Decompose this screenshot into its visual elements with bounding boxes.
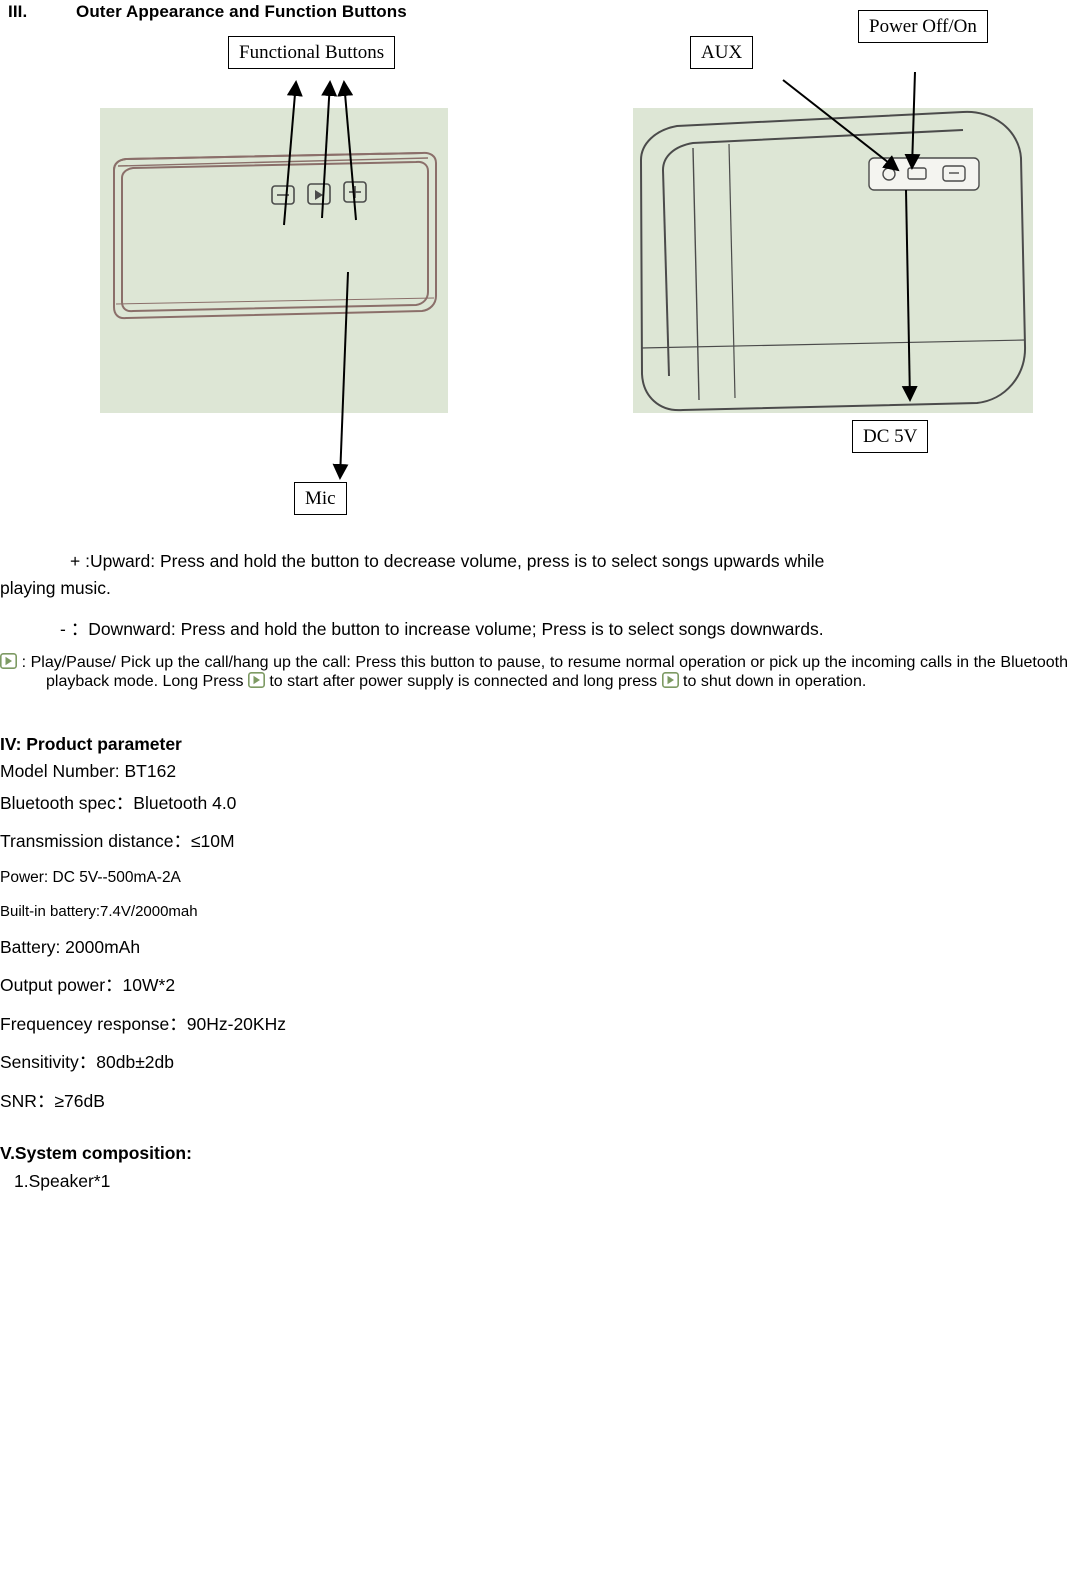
param-sensitivity: Sensitivity：80db±2db bbox=[0, 1052, 175, 1073]
param-battery: Battery: 2000mAh bbox=[0, 936, 141, 957]
callout-functional-buttons: Functional Buttons bbox=[228, 36, 396, 69]
system-item-speaker: 1.Speaker*1 bbox=[14, 1170, 111, 1191]
speaker-front-illustration bbox=[113, 151, 437, 320]
param-output-power: Output power：10W*2 bbox=[0, 975, 176, 996]
system-composition-heading: V.System composition: bbox=[0, 1143, 192, 1164]
play-text-3: to shut down in operation. bbox=[683, 673, 867, 691]
speaker-side-photo bbox=[633, 108, 1033, 413]
callout-power: Power Off/On bbox=[858, 10, 988, 43]
play-icon-inline-2 bbox=[661, 672, 679, 689]
param-transmission-distance: Transmission distance：≤10M bbox=[0, 831, 235, 852]
callout-aux: AUX bbox=[690, 36, 754, 69]
param-builtin-battery: Built-in battery:7.4V/2000mah bbox=[0, 902, 198, 920]
param-power: Power: DC 5V--500mA-2A bbox=[0, 868, 181, 886]
play-icon bbox=[0, 653, 17, 670]
product-parameter-heading: IV: Product parameter bbox=[0, 734, 182, 755]
play-colon: : bbox=[21, 654, 27, 672]
instruction-upward: + :Upward: Press and hold the button to … bbox=[70, 551, 825, 571]
play-text-2: to start after power supply is connected… bbox=[269, 673, 658, 691]
param-frequency-response: Frequencey response：90Hz-20KHz bbox=[0, 1013, 286, 1034]
instruction-downward: - ：Downward: Press and hold the button t… bbox=[60, 619, 824, 640]
speaker-side-illustration bbox=[639, 110, 1027, 412]
callout-mic: Mic bbox=[294, 482, 347, 515]
param-snr: SNR：≥76dB bbox=[0, 1090, 105, 1111]
callout-dc: DC 5V bbox=[852, 420, 929, 453]
instruction-play-block: : Play/Pause/ Pick up the call/hang up t… bbox=[0, 653, 1068, 691]
play-icon-leading bbox=[0, 653, 22, 671]
speaker-front-photo bbox=[100, 108, 448, 413]
param-model-number: Model Number: BT162 bbox=[0, 760, 177, 781]
figure-area: Functional Buttons AUX Power Off/On Mic … bbox=[0, 0, 1068, 540]
body-text: + :Upward: Press and hold the button to … bbox=[0, 548, 1068, 1195]
param-bluetooth-spec: Bluetooth spec：Bluetooth 4.0 bbox=[0, 792, 237, 813]
instruction-upward-continued: playing music. bbox=[0, 578, 111, 599]
play-icon-inline-1 bbox=[247, 672, 265, 689]
